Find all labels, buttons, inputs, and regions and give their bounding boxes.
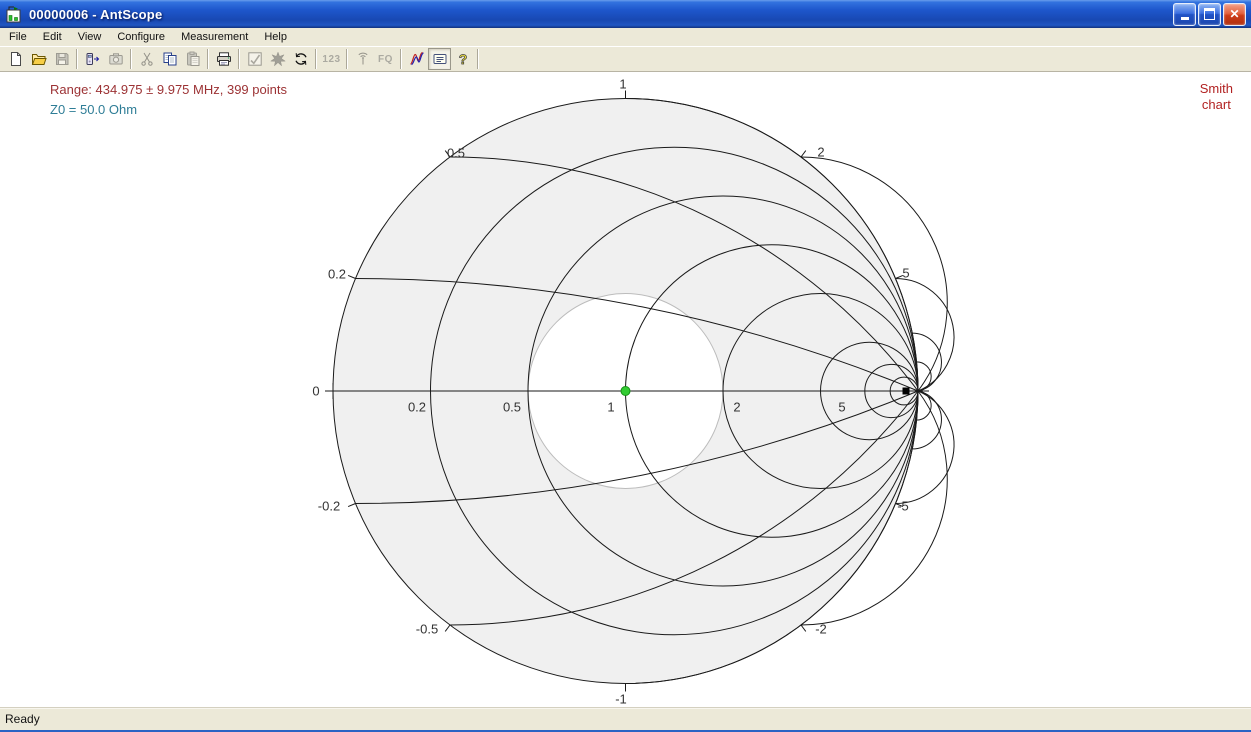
svg-text:1: 1 (607, 399, 614, 414)
frequency-icon: FQ (378, 54, 393, 65)
smith-grid-labels: 1 0.5 2 0.2 5 0 -0.2 -5 -0.5 -2 -1 0.2 0.5 1 2 5 (312, 76, 909, 706)
svg-text:0.2: 0.2 (408, 399, 426, 414)
menu-configure[interactable]: Configure (109, 29, 173, 45)
toolbar-separator (130, 49, 132, 69)
new-file-button[interactable] (4, 48, 27, 70)
toolbar: 123 FQ? (0, 46, 1251, 72)
toolbar-separator (238, 49, 240, 69)
antenna-signal-icon (355, 51, 371, 67)
svg-text:-5: -5 (897, 498, 909, 513)
toolbar-separator (315, 49, 317, 69)
svg-text:2: 2 (733, 399, 740, 414)
status-bar: Ready (0, 707, 1251, 730)
help-icon: ? (455, 51, 471, 67)
smith-markers (621, 387, 910, 396)
smith-view-button[interactable] (428, 48, 451, 70)
device-export-icon (85, 51, 101, 67)
svg-text:0: 0 (312, 383, 319, 398)
view-mode-line2: chart (1200, 97, 1233, 113)
app-icon (6, 6, 23, 23)
z0-label: Z0 = 50.0 Ohm (50, 102, 137, 117)
star-burst-button (266, 48, 289, 70)
cut-icon (139, 51, 155, 67)
open-file-button[interactable] (27, 48, 50, 70)
smith-view-icon (432, 51, 448, 67)
menu-file[interactable]: File (1, 29, 35, 45)
svg-text:5: 5 (902, 265, 909, 280)
antenna-signal-button (351, 48, 374, 70)
svg-text:0.5: 0.5 (503, 399, 521, 414)
save-file-button (50, 48, 73, 70)
paste-icon (185, 51, 201, 67)
smith-chart: 1 0.5 2 0.2 5 0 -0.2 -5 -0.5 -2 -1 0.2 0.5 1 2 5 (0, 72, 1251, 709)
refresh-icon (293, 51, 309, 67)
range-label: Range: 434.975 ± 9.975 MHz, 399 points (50, 82, 287, 97)
minimize-icon (1181, 17, 1189, 20)
open-file-icon (31, 51, 47, 67)
close-icon: ✕ (1229, 8, 1239, 20)
print-icon (216, 51, 232, 67)
menu-view[interactable]: View (70, 29, 110, 45)
title-bar: 00000006 - AntScope ✕ (0, 0, 1251, 28)
print-button[interactable] (212, 48, 235, 70)
toolbar-separator (346, 49, 348, 69)
numbers-123-icon: 123 (322, 54, 340, 65)
toolbar-separator (477, 49, 479, 69)
view-mode-line1: Smith (1200, 81, 1233, 97)
save-file-icon (54, 51, 70, 67)
svg-text:5: 5 (838, 399, 845, 414)
svg-text:-1: -1 (615, 691, 627, 706)
svg-text:-0.2: -0.2 (318, 498, 340, 513)
new-file-icon (8, 51, 24, 67)
svg-text:1: 1 (619, 76, 626, 91)
chart-check-icon (247, 51, 263, 67)
menu-edit[interactable]: Edit (35, 29, 70, 45)
svg-text:0.2: 0.2 (328, 266, 346, 281)
minimize-button[interactable] (1173, 3, 1196, 26)
chart-check-button (243, 48, 266, 70)
maximize-button[interactable] (1198, 3, 1221, 26)
toolbar-separator (76, 49, 78, 69)
camera-button (104, 48, 127, 70)
help-button[interactable]: ? (451, 48, 474, 70)
smith-grid (325, 91, 954, 692)
star-burst-icon (270, 51, 286, 67)
maximize-icon (1204, 8, 1215, 20)
menu-help[interactable]: Help (256, 29, 295, 45)
measurement-curves-icon (409, 51, 425, 67)
svg-text:2: 2 (817, 144, 824, 159)
copy-icon (162, 51, 178, 67)
client-area: Range: 434.975 ± 9.975 MHz, 399 points Z… (0, 71, 1251, 708)
svg-text:?: ? (458, 51, 467, 67)
window-title: 00000006 - AntScope (29, 7, 1171, 22)
menu-measurement[interactable]: Measurement (173, 29, 256, 45)
svg-text:-0.5: -0.5 (416, 621, 438, 636)
status-text: Ready (5, 712, 40, 726)
cut-button (135, 48, 158, 70)
close-button[interactable]: ✕ (1223, 3, 1246, 26)
camera-icon (108, 51, 124, 67)
svg-text:-2: -2 (815, 621, 827, 636)
device-export-button[interactable] (81, 48, 104, 70)
copy-button[interactable] (158, 48, 181, 70)
refresh-button[interactable] (289, 48, 312, 70)
svg-text:0.5: 0.5 (447, 145, 465, 160)
measurement-curves-button[interactable] (405, 48, 428, 70)
smith-background (333, 99, 918, 684)
menu-bar: FileEditViewConfigureMeasurementHelp (0, 28, 1251, 46)
toolbar-separator (400, 49, 402, 69)
toolbar-separator (207, 49, 209, 69)
frequency-button: FQ (374, 48, 397, 70)
view-mode-label: Smith chart (1200, 81, 1233, 113)
paste-button (181, 48, 204, 70)
numbers-123-button: 123 (320, 48, 343, 70)
